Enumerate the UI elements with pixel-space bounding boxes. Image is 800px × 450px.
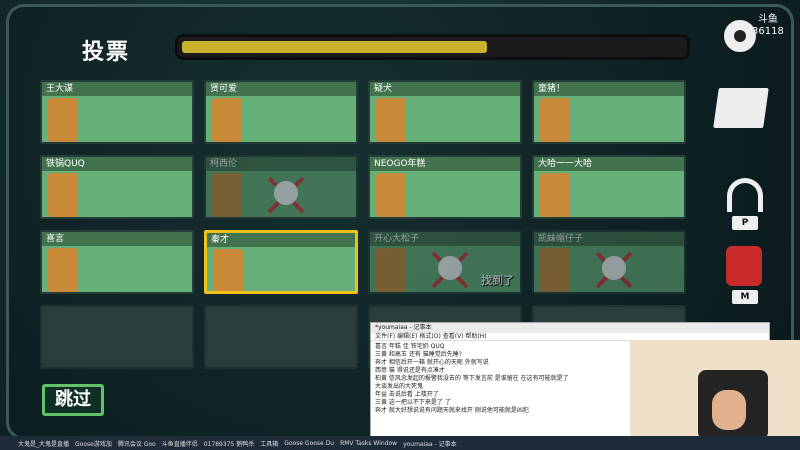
player-avatar (376, 173, 406, 217)
taskbar: 大鬼是_大鬼是直播 Goose游戏加 腾讯会议 Goo 斗鱼直播伴侣 01789375 … (0, 436, 800, 450)
map-icon[interactable] (713, 88, 769, 128)
player-name: 童猪！ (534, 82, 684, 96)
player-card[interactable]: NEOGO年糕 (368, 155, 522, 219)
player-name: 凯妹帽仔子 (534, 232, 684, 246)
empty-slot (40, 305, 194, 369)
player-name: 铁锅QUQ (42, 157, 192, 171)
empty-slot (204, 305, 358, 369)
taskbar-item[interactable]: 工具箱 (260, 439, 278, 448)
logo-label: 斗鱼 (757, 14, 778, 25)
player-avatar (376, 248, 406, 292)
player-name: 贤可爱 (206, 82, 356, 96)
taskbar-item[interactable]: Goose游戏加 (75, 439, 112, 448)
page-title: 投票 (82, 40, 131, 65)
vote-timer-fill (182, 41, 488, 53)
player-name: 秦才 (207, 233, 355, 247)
player-name: 喜言 (42, 232, 192, 246)
player-card[interactable]: 秦才 (204, 230, 358, 294)
player-avatar (540, 173, 570, 217)
player-card[interactable]: 大哈一一大哈 (532, 155, 686, 219)
player-avatar (376, 98, 406, 142)
stream-logo: 斗鱼 36118 (752, 14, 784, 38)
taskbar-item[interactable]: 腾讯会议 Goo (118, 439, 156, 448)
webcam-overlay (630, 340, 800, 440)
player-card[interactable]: 开心大松子找到了 (368, 230, 522, 294)
taskbar-item[interactable]: 大鬼是_大鬼是直播 (18, 439, 69, 448)
skip-button[interactable]: 跳过 (42, 384, 104, 416)
player-avatar (48, 248, 78, 292)
room-number: 36118 (752, 26, 784, 37)
taskbar-item[interactable]: RMV Tasks Window (340, 440, 397, 447)
mic-muted-icon[interactable] (726, 246, 762, 286)
player-name: 柯西伦 (206, 157, 356, 171)
skull-icon (274, 181, 298, 205)
player-card[interactable]: 贤可爱 (204, 80, 358, 144)
player-avatar (540, 248, 570, 292)
streamer-face (712, 390, 746, 430)
taskbar-item[interactable]: youmaiaa - 记事本 (403, 439, 457, 448)
player-name: 开心大松子 (370, 232, 520, 246)
player-avatar (212, 98, 242, 142)
player-avatar (48, 173, 78, 217)
taskbar-item[interactable]: 斗鱼直播伴侣 (162, 439, 198, 448)
player-name: 大哈一一大哈 (534, 157, 684, 171)
player-card[interactable]: 喜言 (40, 230, 194, 294)
player-avatar (213, 249, 243, 291)
player-card[interactable]: 王大谋 (40, 80, 194, 144)
player-grid: 王大谋 贤可爱 疑犬 童猪！ 铁锅QUQ 柯西伦 NEOGO年糕 大哈一一大哈 喜言 秦才 开心大松… (40, 80, 690, 369)
player-avatar (48, 98, 78, 142)
taskbar-item[interactable]: 01789375 鹅鸭杀 (204, 439, 254, 448)
player-name: 疑犬 (370, 82, 520, 96)
headphones-icon[interactable] (727, 178, 763, 212)
key-p-badge: P (732, 216, 758, 230)
key-m-badge: M (732, 290, 758, 304)
skull-icon (438, 256, 462, 280)
game-screen: 投票 王大谋 贤可爱 疑犬 童猪！ 铁锅QUQ 柯西伦 NEOGO年糕 大哈一一大哈 喜言 秦才开… (0, 0, 800, 450)
player-avatar (212, 173, 242, 217)
player-card[interactable]: 柯西伦 (204, 155, 358, 219)
skull-icon (602, 256, 626, 280)
player-avatar (540, 98, 570, 142)
found-badge: 找到了 (481, 274, 514, 287)
player-card[interactable]: 铁锅QUQ (40, 155, 194, 219)
player-card[interactable]: 凯妹帽仔子 (532, 230, 686, 294)
player-card[interactable]: 疑犬 (368, 80, 522, 144)
vote-timer-bar (175, 34, 690, 60)
player-name: 王大谋 (42, 82, 192, 96)
notepad-title: *youmaiaa - 记事本 (371, 323, 769, 333)
player-name: NEOGO年糕 (370, 157, 520, 171)
player-card[interactable]: 童猪！ (532, 80, 686, 144)
taskbar-item[interactable]: Goose Goose Du (284, 440, 334, 447)
